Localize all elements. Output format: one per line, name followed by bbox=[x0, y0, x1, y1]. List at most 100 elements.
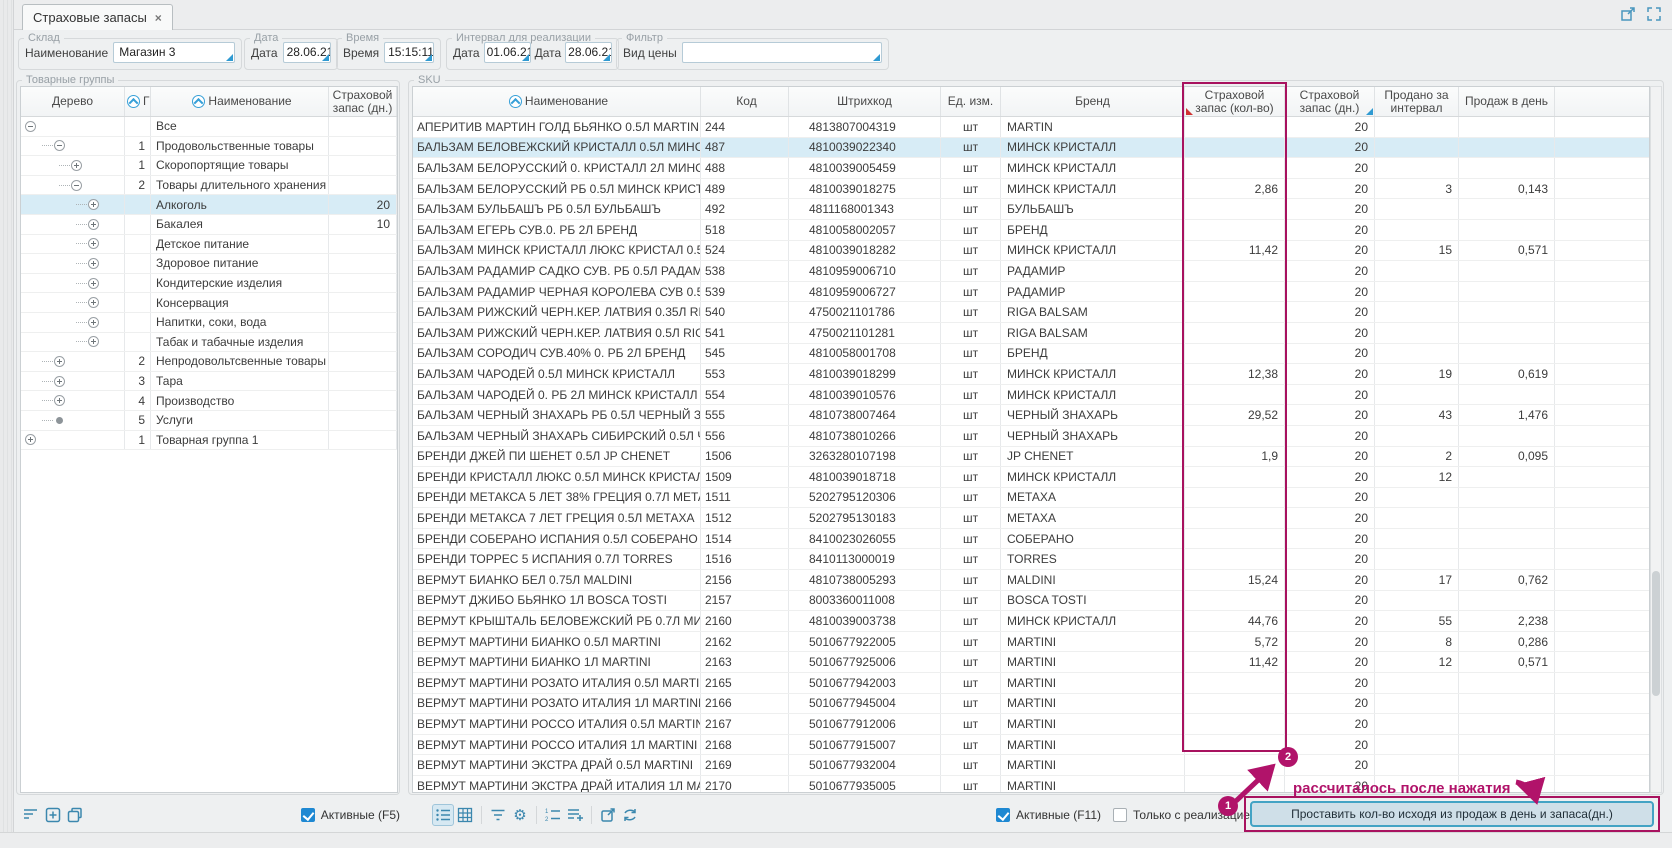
sku-row[interactable]: БАЛЬЗАМ БЕЛОРУССКИЙ РБ 0.5Л МИНСК КРИСТА… bbox=[413, 179, 1649, 200]
scrollbar-thumb[interactable] bbox=[1652, 571, 1660, 696]
tab-safety-stocks[interactable]: Страховые запасы × bbox=[22, 4, 173, 30]
sku-row[interactable]: БАЛЬЗАМ СОРОДИЧ СУВ.40% 0. РБ 2Л БРЕНД 5… bbox=[413, 344, 1649, 365]
tree-expander-cell[interactable] bbox=[21, 215, 125, 234]
price-type-input[interactable] bbox=[682, 42, 882, 63]
tree-expand-icon[interactable] bbox=[54, 395, 65, 406]
tree-row[interactable]: 1 Товарная группа 1 bbox=[21, 431, 397, 451]
column-header-code[interactable]: Код bbox=[701, 87, 789, 116]
sku-row[interactable]: БРЕНДИ КРИСТАЛЛ ЛЮКС 0.5Л МИНСК КРИСТАЛЛ… bbox=[413, 467, 1649, 488]
tree-expander-cell[interactable] bbox=[21, 411, 125, 430]
list-view-icon[interactable] bbox=[432, 804, 454, 826]
sku-row[interactable]: ВЕРМУТ ДЖИБО БЬЯНКО 1Л BOSCA TOSTI 2157 … bbox=[413, 591, 1649, 612]
sku-row[interactable]: БАЛЬЗАМ БУЛЬБАШЪ РБ 0.5Л БУЛЬБАШЪ 492 48… bbox=[413, 199, 1649, 220]
tree-expander-cell[interactable] bbox=[21, 137, 125, 156]
sku-row[interactable]: БАЛЬЗАМ ЧЕРНЫЙ ЗНАХАРЬ СИБИРСКИЙ 0.5Л ЧЕ… bbox=[413, 426, 1649, 447]
sku-row[interactable]: БАЛЬЗАМ БЕЛОРУССКИЙ 0. КРИСТАЛЛ 2Л МИНСК… bbox=[413, 158, 1649, 179]
sku-row[interactable]: ВЕРМУТ БИАНКО БЕЛ 0.75Л MALDINI 2156 481… bbox=[413, 570, 1649, 591]
add-square-icon[interactable] bbox=[42, 804, 64, 826]
tree-expand-icon[interactable] bbox=[71, 180, 82, 191]
tree-expander-cell[interactable] bbox=[21, 254, 125, 273]
sku-row[interactable]: АПЕРИТИВ МАРТИН ГОЛД БЬЯНКО 0.5Л MARTIN … bbox=[413, 117, 1649, 138]
column-header-group-days[interactable]: Страховой запас (дн.) bbox=[329, 87, 397, 116]
column-header-tree[interactable]: Дерево bbox=[21, 87, 125, 116]
tree-expand-icon[interactable] bbox=[88, 317, 99, 328]
tree-expander-cell[interactable] bbox=[21, 117, 125, 136]
collapsed-splitter[interactable] bbox=[0, 0, 14, 848]
tree-expand-icon[interactable] bbox=[88, 278, 99, 289]
sku-row[interactable]: БАЛЬЗАМ ЧЕРНЫЙ ЗНАХАРЬ РБ 0.5Л ЧЕРНЫЙ ЗН… bbox=[413, 405, 1649, 426]
sku-row[interactable]: БРЕНДИ МЕТАКСА 7 ЛЕТ ГРЕЦИЯ 0.5Л МЕТАХА … bbox=[413, 508, 1649, 529]
column-header-barcode[interactable]: Штрихкод bbox=[789, 87, 941, 116]
sku-row[interactable]: БРЕНДИ МЕТАКСА 5 ЛЕТ 38% ГРЕЦИЯ 0.7Л МЕТ… bbox=[413, 488, 1649, 509]
sku-row[interactable]: ВЕРМУТ МАРТИНИ БИАНКО 1Л MARTINI 2163 50… bbox=[413, 652, 1649, 673]
copy-icon[interactable] bbox=[64, 804, 86, 826]
tree-row[interactable]: Табак и табачные изделия bbox=[21, 333, 397, 353]
sku-row[interactable]: ВЕРМУТ МАРТИНИ РОЗАТО ИТАЛИЯ 0.5Л MARTIN… bbox=[413, 673, 1649, 694]
column-header-name[interactable]: Наименование bbox=[413, 87, 701, 116]
tab-close-icon[interactable]: × bbox=[155, 11, 162, 25]
tree-expander-cell[interactable] bbox=[21, 195, 125, 214]
tree-row[interactable]: Детское питание bbox=[21, 235, 397, 255]
tree-row[interactable]: 5 Услуги bbox=[21, 411, 397, 431]
sku-row[interactable]: БАЛЬЗАМ РАДАМИР ЧЕРНАЯ КОРОЛЕВА СУВ 0.5Л… bbox=[413, 282, 1649, 303]
tree-expand-icon[interactable] bbox=[88, 238, 99, 249]
tree-row[interactable]: 2 Непродовольтсвенные товары bbox=[21, 352, 397, 372]
add-list-icon[interactable] bbox=[564, 804, 586, 826]
sku-row[interactable]: ВЕРМУТ МАРТИНИ РОССО ИТАЛИЯ 1Л MARTINI 2… bbox=[413, 735, 1649, 756]
open-external-icon[interactable] bbox=[597, 804, 619, 826]
warehouse-name-input[interactable]: Магазин 3 bbox=[113, 42, 235, 63]
column-header-brand[interactable]: Бренд bbox=[1001, 87, 1185, 116]
tree-row[interactable]: 3 Тара bbox=[21, 372, 397, 392]
date-input[interactable]: 28.06.21 bbox=[283, 42, 331, 63]
tree-expand-icon[interactable] bbox=[56, 417, 63, 424]
active-f5-checkbox[interactable] bbox=[301, 808, 315, 822]
sku-row[interactable]: БАЛЬЗАМ РИЖСКИЙ ЧЕРН.КЕР. ЛАТВИЯ 0.35Л R… bbox=[413, 302, 1649, 323]
tree-expand-icon[interactable] bbox=[25, 121, 36, 132]
only-with-sales-checkbox[interactable] bbox=[1113, 808, 1127, 822]
open-new-window-icon[interactable] bbox=[1620, 6, 1636, 22]
vertical-scrollbar[interactable] bbox=[1650, 86, 1662, 793]
tree-row[interactable]: 2 Товары длительного хранения bbox=[21, 176, 397, 196]
fullscreen-icon[interactable] bbox=[1646, 6, 1662, 22]
sku-row[interactable]: БАЛЬЗАМ ЧАРОДЕЙ 0.5Л МИНСК КРИСТАЛЛ 553 … bbox=[413, 364, 1649, 385]
sku-row[interactable]: БРЕНДИ ДЖЕЙ ПИ ШЕНЕТ 0.5Л JP CHENET 1506… bbox=[413, 447, 1649, 468]
tree-expander-cell[interactable] bbox=[21, 274, 125, 293]
tree-row[interactable]: 1 Скоропортящие товары bbox=[21, 156, 397, 176]
tree-expand-icon[interactable] bbox=[88, 297, 99, 308]
tree-expand-icon[interactable] bbox=[88, 336, 99, 347]
tree-expand-icon[interactable] bbox=[54, 140, 65, 151]
column-header-sold[interactable]: Продано за интервал bbox=[1375, 87, 1459, 116]
fill-qty-button[interactable]: Проставить кол-во исходя из продаж в ден… bbox=[1250, 801, 1654, 827]
tree-expander-cell[interactable] bbox=[21, 235, 125, 254]
tree-expand-icon[interactable] bbox=[88, 219, 99, 230]
tree-expander-cell[interactable] bbox=[21, 176, 125, 195]
tree-expand-icon[interactable] bbox=[54, 356, 65, 367]
sku-row[interactable]: ВЕРМУТ МАРТИНИ ЭКСТРА ДРАЙ ИТАЛИЯ 1Л MAR… bbox=[413, 776, 1649, 792]
sku-row[interactable]: БАЛЬЗАМ ЕГЕРЬ СУВ.0. РБ 2Л БРЕНД 518 481… bbox=[413, 220, 1649, 241]
sku-row[interactable]: БАЛЬЗАМ БЕЛОВЕЖСКИЙ КРИСТАЛЛ 0.5Л МИНСК … bbox=[413, 138, 1649, 159]
sku-row[interactable]: БАЛЬЗАМ ЧАРОДЕЙ 0. РБ 2Л МИНСК КРИСТАЛЛ … bbox=[413, 385, 1649, 406]
column-header-per-day[interactable]: Продаж в день bbox=[1459, 87, 1555, 116]
tree-expander-cell[interactable] bbox=[21, 352, 125, 371]
tree-expander-cell[interactable] bbox=[21, 293, 125, 312]
tree-expand-icon[interactable] bbox=[88, 199, 99, 210]
tree-row[interactable]: 4 Производство bbox=[21, 391, 397, 411]
sku-row[interactable]: БРЕНДИ ТОРРЕС 5 ИСПАНИЯ 0.7Л TORRES 1516… bbox=[413, 549, 1649, 570]
tree-row[interactable]: Напитки, соки, вода bbox=[21, 313, 397, 333]
tree-row[interactable]: Здоровое питание bbox=[21, 254, 397, 274]
tree-expander-cell[interactable] bbox=[21, 156, 125, 175]
filter-icon[interactable] bbox=[487, 804, 509, 826]
tree-expander-cell[interactable] bbox=[21, 372, 125, 391]
column-header-unit[interactable]: Ед. изм. bbox=[941, 87, 1001, 116]
sku-row[interactable]: ВЕРМУТ МАРТИНИ ЭКСТРА ДРАЙ 0.5Л MARTINI … bbox=[413, 755, 1649, 776]
tree-row[interactable]: Кондитерские изделия bbox=[21, 274, 397, 294]
tree-expand-icon[interactable] bbox=[54, 376, 65, 387]
tree-row[interactable]: Консервация bbox=[21, 293, 397, 313]
time-input[interactable]: 15:15:11 bbox=[384, 42, 434, 63]
tree-expander-cell[interactable] bbox=[21, 431, 125, 450]
tree-expand-icon[interactable] bbox=[25, 434, 36, 445]
column-header-stock-qty[interactable]: Страховой запас (кол-во) bbox=[1185, 87, 1285, 116]
sku-row[interactable]: ВЕРМУТ МАРТИНИ БИАНКО 0.5Л MARTINI 2162 … bbox=[413, 632, 1649, 653]
active-f11-checkbox[interactable] bbox=[996, 808, 1010, 822]
tree-expander-cell[interactable] bbox=[21, 333, 125, 352]
